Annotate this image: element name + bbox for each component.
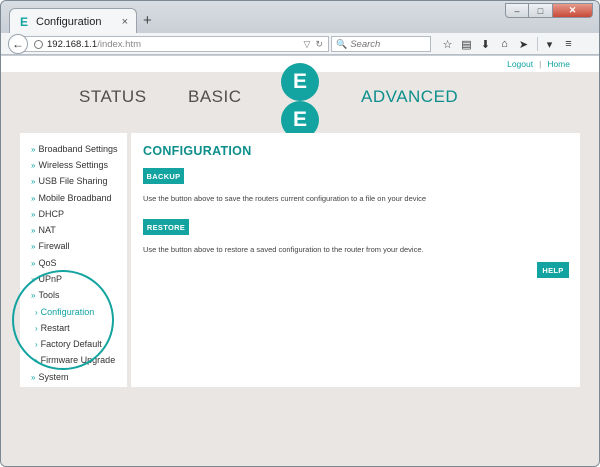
search-bar[interactable]: 🔍 xyxy=(331,36,431,52)
chevron-right-icon: › xyxy=(35,356,38,365)
bullet-icon: » xyxy=(31,242,36,251)
backup-button[interactable]: BACKUP xyxy=(143,168,184,184)
bookmark-star-icon[interactable]: ☆ xyxy=(439,36,456,52)
dropdown-arrow-icon[interactable]: ▽ xyxy=(304,39,311,50)
bullet-icon: » xyxy=(31,210,36,219)
home-link[interactable]: Home xyxy=(547,59,570,69)
search-icon: 🔍 xyxy=(336,38,348,49)
ee-logo[interactable]: E E xyxy=(281,63,319,139)
url-text: 192.168.1.1/index.htm xyxy=(47,38,142,50)
nav-status[interactable]: STATUS xyxy=(79,87,147,107)
sidebar-subitem-factory-default[interactable]: › Factory Default xyxy=(35,339,102,349)
bullet-icon: » xyxy=(31,226,36,235)
restore-description: Use the button above to restore a saved … xyxy=(143,245,424,254)
logo-dot-top: E xyxy=(281,63,319,101)
sidebar-item-upnp[interactable]: » UPnP xyxy=(31,274,62,284)
main-panel: CONFIGURATION BACKUP Use the button abov… xyxy=(131,133,580,387)
sidebar-item-broadband-settings[interactable]: » Broadband Settings xyxy=(31,144,118,154)
tab-title: Configuration xyxy=(36,15,102,28)
nav-advanced[interactable]: ADVANCED xyxy=(361,87,458,107)
bullet-icon: » xyxy=(31,373,36,382)
window-controls: ‒ □ ✕ xyxy=(505,3,593,18)
home-icon[interactable]: ⌂ xyxy=(496,36,513,52)
download-icon[interactable]: ⬇ xyxy=(477,36,494,52)
bullet-icon: » xyxy=(31,177,36,186)
sidebar-item-nat[interactable]: » NAT xyxy=(31,225,56,235)
page-title: CONFIGURATION xyxy=(143,144,252,158)
bullet-icon: » xyxy=(31,259,36,268)
restore-button[interactable]: RESTORE xyxy=(143,219,189,235)
toolbar-icons: ☆ ▤ ⬇ ⌂ ➤ ▾ ≡ xyxy=(439,36,579,52)
search-input[interactable] xyxy=(350,38,431,50)
back-button[interactable]: ← xyxy=(8,34,28,54)
browser-window: E Configuration × + ‒ □ ✕ 192.168.1.1/in… xyxy=(0,0,600,467)
globe-icon xyxy=(34,39,43,49)
send-icon[interactable]: ➤ xyxy=(515,36,532,52)
bullet-icon: » xyxy=(31,291,36,300)
close-window-button[interactable]: ✕ xyxy=(553,3,593,18)
nav-basic[interactable]: BASIC xyxy=(188,87,242,107)
toolbar-separator xyxy=(537,37,538,51)
bullet-icon: » xyxy=(31,194,36,203)
sidebar-item-qos[interactable]: » QoS xyxy=(31,258,56,268)
sidebar-item-wireless-settings[interactable]: » Wireless Settings xyxy=(31,160,108,170)
bullet-icon: » xyxy=(31,145,36,154)
top-links: Logout | Home xyxy=(507,59,570,69)
back-arrow-icon: ← xyxy=(12,37,24,51)
chevron-right-icon: › xyxy=(35,340,38,349)
hamburger-menu-icon[interactable]: ≡ xyxy=(560,36,577,52)
sidebar-item-firewall[interactable]: » Firewall xyxy=(31,241,69,251)
minimize-button[interactable]: ‒ xyxy=(505,3,529,18)
sidebar-item-mobile-broadband[interactable]: » Mobile Broadband xyxy=(31,193,112,203)
tab-configuration[interactable]: E Configuration × xyxy=(9,8,137,34)
ee-favicon-icon: E xyxy=(19,14,28,29)
sidebar-subitem-firmware-upgrade[interactable]: › Firmware Upgrade xyxy=(35,355,115,365)
bullet-icon: » xyxy=(31,161,36,170)
sidebar-subitem-restart[interactable]: › Restart xyxy=(35,323,70,333)
sidebar-item-dhcp[interactable]: » DHCP xyxy=(31,209,64,219)
maximize-button[interactable]: □ xyxy=(529,3,553,18)
reload-icon[interactable]: ↻ xyxy=(315,39,323,50)
backup-description: Use the button above to save the routers… xyxy=(143,194,427,203)
page-viewport: Logout | Home STATUS BASIC ADVANCED E E … xyxy=(1,56,599,466)
close-tab-icon[interactable]: × xyxy=(122,16,128,28)
logout-link[interactable]: Logout xyxy=(507,59,533,69)
reading-list-icon[interactable]: ▤ xyxy=(458,36,475,52)
sidebar-subitem-configuration[interactable]: › Configuration xyxy=(35,307,94,317)
sidebar-item-tools[interactable]: » Tools xyxy=(31,290,59,300)
sidebar-item-system[interactable]: » System xyxy=(31,372,68,382)
bullet-icon: » xyxy=(31,275,36,284)
new-tab-button[interactable]: + xyxy=(143,13,152,28)
help-button[interactable]: HELP xyxy=(537,262,569,278)
navigation-toolbar: 192.168.1.1/index.htm ▽ ↻ ← 🔍 ☆ ▤ ⬇ ⌂ ➤ … xyxy=(1,33,599,55)
chevron-right-icon: › xyxy=(35,308,38,317)
link-separator: | xyxy=(539,59,542,69)
url-bar[interactable]: 192.168.1.1/index.htm ▽ ↻ xyxy=(21,36,329,52)
tab-strip: E Configuration × + ‒ □ ✕ xyxy=(1,1,599,34)
sidebar-menu: » Broadband Settings » Wireless Settings »… xyxy=(12,133,127,387)
overflow-chevron-icon[interactable]: ▾ xyxy=(541,36,558,52)
sidebar-item-usb-file-sharing[interactable]: » USB File Sharing xyxy=(31,176,107,186)
chevron-right-icon: › xyxy=(35,324,38,333)
